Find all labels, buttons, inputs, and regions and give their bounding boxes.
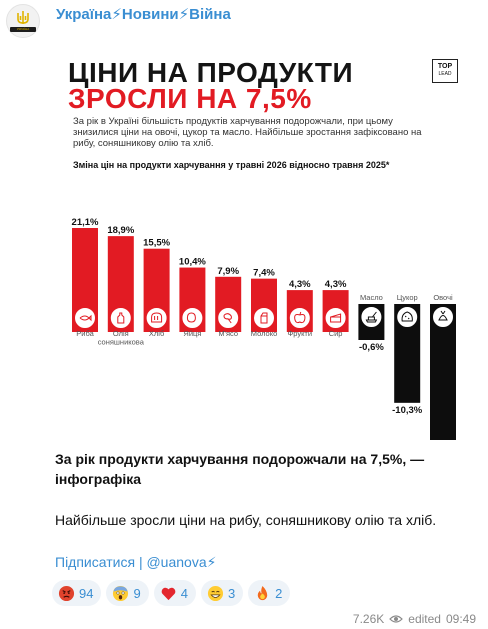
message-meta: 7.26K edited 09:49 xyxy=(353,612,476,626)
value-label: 4,3% xyxy=(325,279,347,290)
reaction-count: 3 xyxy=(227,585,236,601)
reaction-count: 94 xyxy=(79,585,94,601)
reaction-count: 4 xyxy=(180,585,188,601)
post-caption-secondary: Найбільше зросли ціни на рибу, соняшнико… xyxy=(55,512,437,528)
category-label: Цукор xyxy=(397,293,418,302)
edited-label: edited xyxy=(408,612,441,626)
category-label: Сир xyxy=(329,329,343,338)
icon-circle xyxy=(254,308,274,328)
fire-icon xyxy=(257,585,268,600)
value-label: 10,4% xyxy=(179,257,206,268)
trident-icon xyxy=(17,11,29,24)
channel-handle-link[interactable]: @uanova⚡ xyxy=(146,554,216,570)
value-label: 15,5% xyxy=(143,238,170,249)
reaction-grinning[interactable]: 3 xyxy=(200,580,244,606)
red-heart-icon xyxy=(161,587,176,600)
grinning-face-icon xyxy=(207,585,223,601)
screaming-face-icon xyxy=(113,585,129,601)
value-label: 21,1% xyxy=(72,217,99,228)
eye-icon xyxy=(389,615,404,623)
channel-avatar[interactable]: УКРАЇНА xyxy=(6,4,40,38)
subscribe-link[interactable]: Підписатися xyxy=(55,554,135,570)
icon-circle xyxy=(110,308,131,328)
bar-chart: 21,1%Риба18,9%Оліясоняшникова15,5%Хліб10… xyxy=(72,217,456,440)
reactions-bar: 94 9 4 3 2 xyxy=(52,580,291,606)
icon-circle xyxy=(218,308,239,328)
reaction-angry[interactable]: 94 xyxy=(52,580,102,606)
channel-name[interactable]: Україна⚡Новини⚡Війна xyxy=(56,5,231,23)
value-label: -10,3% xyxy=(392,405,423,416)
icon-circle xyxy=(146,308,167,328)
category-label: Фрукти xyxy=(288,329,313,338)
reaction-count: 9 xyxy=(133,585,141,601)
category-label: Молоко xyxy=(251,329,278,338)
value-label: 4,3% xyxy=(289,279,311,290)
category-label: Хліб xyxy=(149,329,164,338)
reaction-fire[interactable]: 2 xyxy=(248,580,291,606)
value-label: 7,4% xyxy=(253,268,275,279)
category-label: М'ясо xyxy=(218,329,238,338)
post-links: Підписатися | @uanova⚡ xyxy=(55,554,216,571)
angry-face-icon xyxy=(58,585,75,601)
category-label: Масло xyxy=(360,293,383,302)
icon-circle xyxy=(75,308,95,328)
message-time: 09:49 xyxy=(445,612,476,626)
icon-circle xyxy=(397,307,418,327)
category-label: соняшникова xyxy=(98,338,145,347)
view-count: 7.26K xyxy=(352,612,385,626)
avatar-label: УКРАЇНА xyxy=(10,27,36,32)
post-caption: За рік продукти харчування подорожчали н… xyxy=(55,449,455,489)
value-label: -0,6% xyxy=(359,342,384,353)
reaction-heart[interactable]: 4 xyxy=(153,580,196,606)
category-label: Риба xyxy=(76,329,94,338)
icon-circle xyxy=(433,307,453,327)
reaction-screaming[interactable]: 9 xyxy=(106,580,149,606)
category-label: Яйця xyxy=(183,329,201,338)
value-label: 7,9% xyxy=(217,266,239,277)
icon-circle xyxy=(182,308,203,328)
infographic-image[interactable]: ЦІНИ НА ПРОДУКТИ ЗРОСЛИ НА 7,5% TOP LEAD… xyxy=(48,30,488,440)
caption-bold: За рік продукти харчування подорожчали н… xyxy=(55,451,425,487)
category-label: Овочі xyxy=(433,293,453,302)
link-separator: | xyxy=(138,554,143,570)
value-label: 18,9% xyxy=(107,225,134,236)
reaction-count: 2 xyxy=(275,585,283,601)
icon-circle xyxy=(325,308,346,328)
icon-circle xyxy=(289,308,310,328)
